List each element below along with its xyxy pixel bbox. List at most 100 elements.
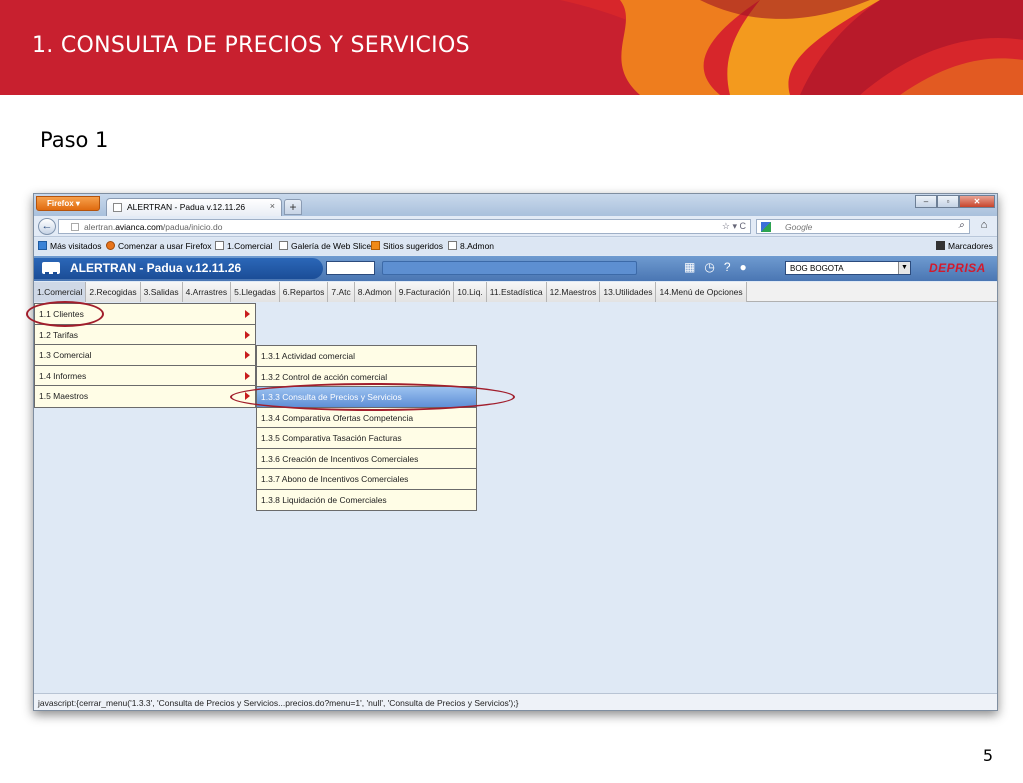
office-select[interactable]: BOG BOGOTA ▼ [785, 261, 911, 275]
maximize-button[interactable]: ▫ [937, 195, 959, 208]
bookmarks-icon [936, 241, 945, 250]
menu-estadistica[interactable]: 11.Estadística [486, 282, 547, 302]
arrow-right-icon [245, 330, 250, 339]
submenu-item-label: 1.3 Comercial [39, 350, 92, 360]
menu-repartos[interactable]: 6.Repartos [279, 282, 329, 302]
menu-arrastres[interactable]: 4.Arrastres [182, 282, 232, 302]
main-menu-bar: 1.Comercial 2.Recogidas 3.Salidas 4.Arra… [34, 282, 997, 302]
search-input[interactable]: Google ⌕ [756, 219, 970, 234]
deprisa-logo: DEPRISA [929, 261, 986, 275]
app-toolbar-icons: ▦ ◷? ● [684, 260, 756, 274]
suggested-sites-icon [371, 241, 380, 250]
menu-opciones[interactable]: 14.Menú de Opciones [656, 282, 747, 302]
bookmark-web-slice[interactable]: Galería de Web Slice [279, 241, 371, 251]
app-title-box: ALERTRAN - Padua v.12.11.26 [34, 258, 323, 279]
slide-title: 1. CONSULTA DE PRECIOS Y SERVICIOS [32, 33, 470, 58]
step-label: Paso 1 [40, 128, 109, 152]
highlight-oval-clientes [26, 301, 104, 327]
menu-item-comparativa-tasacion[interactable]: 1.3.5 Comparativa Tasación Facturas [257, 428, 476, 449]
bookmark-label: 1.Comercial [227, 241, 273, 251]
arrow-right-icon [245, 371, 250, 380]
tab-title: ALERTRAN - Padua v.12.11.26 [127, 202, 246, 212]
comercial-subsubmenu: 1.3.1 Actividad comercial 1.3.2 Control … [256, 345, 477, 511]
slide-header-banner: 1. CONSULTA DE PRECIOS Y SERVICIOS [0, 0, 1023, 95]
menu-salidas[interactable]: 3.Salidas [140, 282, 183, 302]
page-icon [113, 203, 122, 212]
url-prefix: alertran. [84, 222, 116, 232]
user-icon[interactable]: ● [740, 260, 747, 274]
google-icon [761, 222, 771, 232]
app-header: ALERTRAN - Padua v.12.11.26 ▦ ◷? ● BOG BOG… [34, 256, 997, 281]
menu-atc[interactable]: 7.Atc [328, 282, 355, 302]
clock-icon[interactable]: ◷ [704, 260, 714, 274]
bookmark-label: 8.Admon [460, 241, 495, 251]
app-status-bar [382, 261, 637, 275]
submenu-item-label: 1.5 Maestros [39, 391, 89, 401]
submenu-item-label: 1.2 Tarifas [39, 329, 79, 340]
page-icon [448, 241, 457, 250]
web-slice-icon [279, 241, 288, 250]
home-icon[interactable]: ⌂ [974, 219, 994, 234]
close-window-button[interactable]: ✕ [959, 195, 995, 208]
bookmarks-menu-label: Marcadores [948, 241, 993, 251]
browser-status-bar: javascript:{cerrar_menu('1.3.3', 'Consul… [34, 693, 997, 710]
submenu-item-maestros[interactable]: 1.5 Maestros [35, 386, 255, 407]
navigation-bar: ← alertran.avianca.com/padua/inicio.do ☆… [34, 216, 997, 237]
star-reload-icons[interactable]: ☆ ▾ C [722, 221, 746, 232]
page-icon [71, 223, 79, 231]
quick-access-input[interactable] [326, 261, 375, 275]
most-visited-icon [38, 241, 47, 250]
minimize-button[interactable]: – [915, 195, 937, 208]
browser-window: Firefox ▾ ALERTRAN - Padua v.12.11.26 × … [33, 193, 998, 711]
firefox-menu-label: Firefox [47, 199, 74, 208]
menu-facturacion[interactable]: 9.Facturación [395, 282, 455, 302]
bookmarks-menu[interactable]: Marcadores [936, 241, 993, 251]
truck-icon [42, 262, 60, 275]
menu-comercial[interactable]: 1.Comercial [34, 282, 87, 302]
search-placeholder: Google [785, 222, 813, 232]
slide-number: 5 [982, 746, 993, 765]
bookmark-label: Sitios sugeridos [383, 241, 444, 251]
url-path: /padua/inicio.do [162, 222, 223, 232]
firefox-icon [106, 241, 115, 250]
menu-item-abono-incentivos[interactable]: 1.3.7 Abono de Incentivos Comerciales [257, 469, 476, 490]
menu-admon[interactable]: 8.Admon [354, 282, 396, 302]
bookmark-suggested-sites[interactable]: Sitios sugeridos [371, 241, 443, 251]
tab-alertran[interactable]: ALERTRAN - Padua v.12.11.26 × [106, 198, 282, 216]
submenu-item-comercial[interactable]: 1.3 Comercial [35, 345, 255, 366]
office-select-value: BOG BOGOTA [790, 264, 844, 273]
new-tab-button[interactable]: + [284, 199, 302, 215]
calendar-icon[interactable]: ▦ [684, 260, 695, 274]
arrow-right-icon [245, 351, 250, 359]
bookmark-most-visited[interactable]: Más visitados [38, 241, 102, 251]
menu-item-actividad-comercial[interactable]: 1.3.1 Actividad comercial [257, 346, 476, 367]
bookmark-firefox[interactable]: Comenzar a usar Firefox [106, 241, 212, 251]
menu-llegadas[interactable]: 5.Llegadas [231, 282, 280, 302]
bookmark-label: Comenzar a usar Firefox [118, 241, 212, 251]
submenu-item-informes[interactable]: 1.4 Informes [35, 366, 255, 386]
menu-liq[interactable]: 10.Liq. [454, 282, 487, 302]
submenu-item-label: 1.4 Informes [39, 370, 87, 381]
menu-utilidades[interactable]: 13.Utilidades [600, 282, 657, 302]
bookmarks-bar: Más visitados Comenzar a usar Firefox 1.… [34, 238, 997, 255]
bookmark-label: Más visitados [50, 241, 102, 251]
bookmark-comercial[interactable]: 1.Comercial [215, 241, 272, 251]
search-icon[interactable]: ⌕ [958, 220, 964, 231]
window-controls: – ▫ ✕ [915, 195, 995, 208]
browser-titlebar: Firefox ▾ ALERTRAN - Padua v.12.11.26 × … [34, 194, 997, 216]
arrow-right-icon [245, 310, 250, 318]
bookmark-admon[interactable]: 8.Admon [448, 241, 494, 251]
close-tab-icon[interactable]: × [270, 201, 275, 211]
url-domain: avianca.com [115, 222, 163, 232]
highlight-oval-consulta [230, 383, 515, 411]
menu-recogidas[interactable]: 2.Recogidas [86, 282, 141, 302]
back-button[interactable]: ← [38, 218, 56, 235]
menu-item-liquidacion[interactable]: 1.3.8 Liquidación de Comerciales [257, 490, 476, 511]
help-icon[interactable]: ? [724, 260, 731, 274]
firefox-menu-button[interactable]: Firefox ▾ [36, 196, 100, 211]
menu-maestros[interactable]: 12.Maestros [546, 282, 601, 302]
page-icon [215, 241, 224, 250]
url-bar[interactable]: alertran.avianca.com/padua/inicio.do ☆ ▾… [58, 219, 751, 234]
menu-item-creacion-incentivos[interactable]: 1.3.6 Creación de Incentivos Comerciales [257, 449, 476, 469]
submenu-item-tarifas[interactable]: 1.2 Tarifas [35, 325, 255, 345]
